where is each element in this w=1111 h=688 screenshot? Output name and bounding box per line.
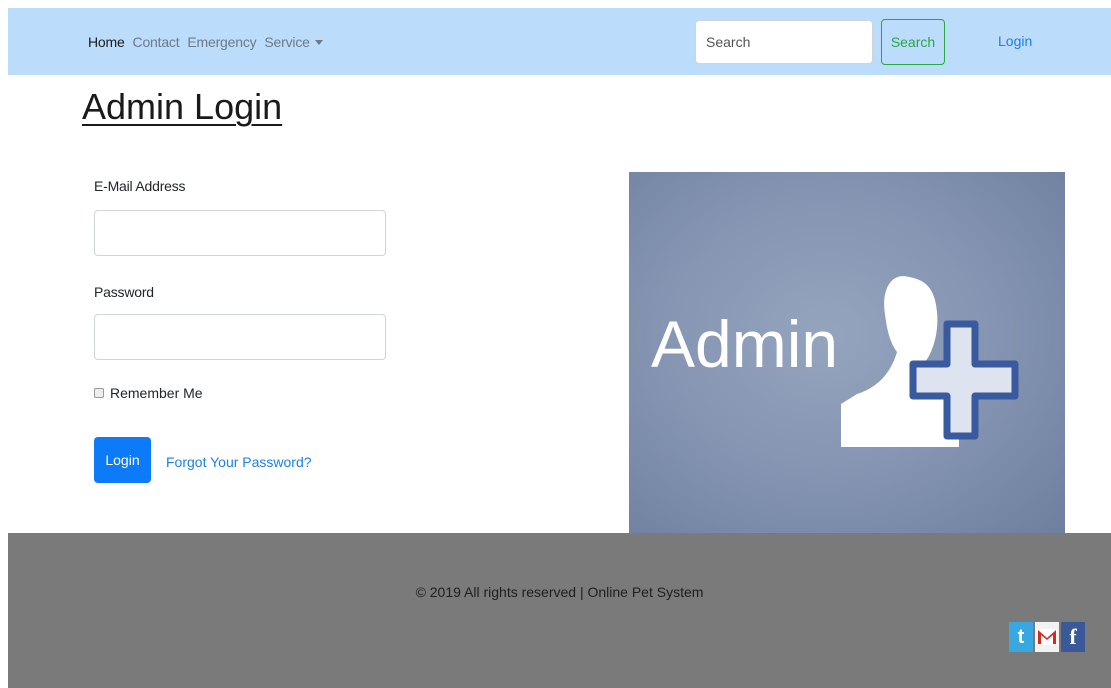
nav-home-link[interactable]: Home xyxy=(88,34,125,50)
remember-me-checkbox[interactable] xyxy=(94,388,104,398)
footer: © 2019 All rights reserved | Online Pet … xyxy=(8,533,1111,688)
nav-login-link[interactable]: Login xyxy=(998,8,1032,75)
gmail-icon[interactable] xyxy=(1035,622,1059,652)
email-label: E-Mail Address xyxy=(94,178,186,194)
login-button[interactable]: Login xyxy=(94,437,151,483)
forgot-password-link[interactable]: Forgot Your Password? xyxy=(166,454,312,470)
email-field[interactable] xyxy=(94,210,386,256)
navbar: Home Contact Emergency Service Search Lo… xyxy=(8,8,1111,75)
remember-me: Remember Me xyxy=(94,385,203,401)
nav-contact-link[interactable]: Contact xyxy=(133,34,180,50)
password-label: Password xyxy=(94,284,154,300)
social-links: t f xyxy=(1009,622,1085,652)
search-input[interactable] xyxy=(695,20,873,64)
gmail-envelope-icon xyxy=(1037,629,1057,645)
chevron-down-icon xyxy=(314,40,323,46)
nav-emergency-link[interactable]: Emergency xyxy=(187,34,256,50)
twitter-icon[interactable]: t xyxy=(1009,622,1033,652)
copyright-text: © 2019 All rights reserved | Online Pet … xyxy=(415,584,704,600)
nav-service-dropdown[interactable]: Service xyxy=(264,33,323,50)
search-button[interactable]: Search xyxy=(881,19,945,65)
facebook-icon[interactable]: f xyxy=(1061,622,1085,652)
nav-links: Home Contact Emergency Service xyxy=(88,8,331,75)
remember-me-label: Remember Me xyxy=(110,385,203,401)
page-title: Admin Login xyxy=(82,86,283,127)
password-field[interactable] xyxy=(94,314,386,360)
admin-image-text: Admin xyxy=(651,307,839,381)
nav-service-label: Service xyxy=(264,33,310,50)
admin-image: Admin xyxy=(629,172,1065,534)
